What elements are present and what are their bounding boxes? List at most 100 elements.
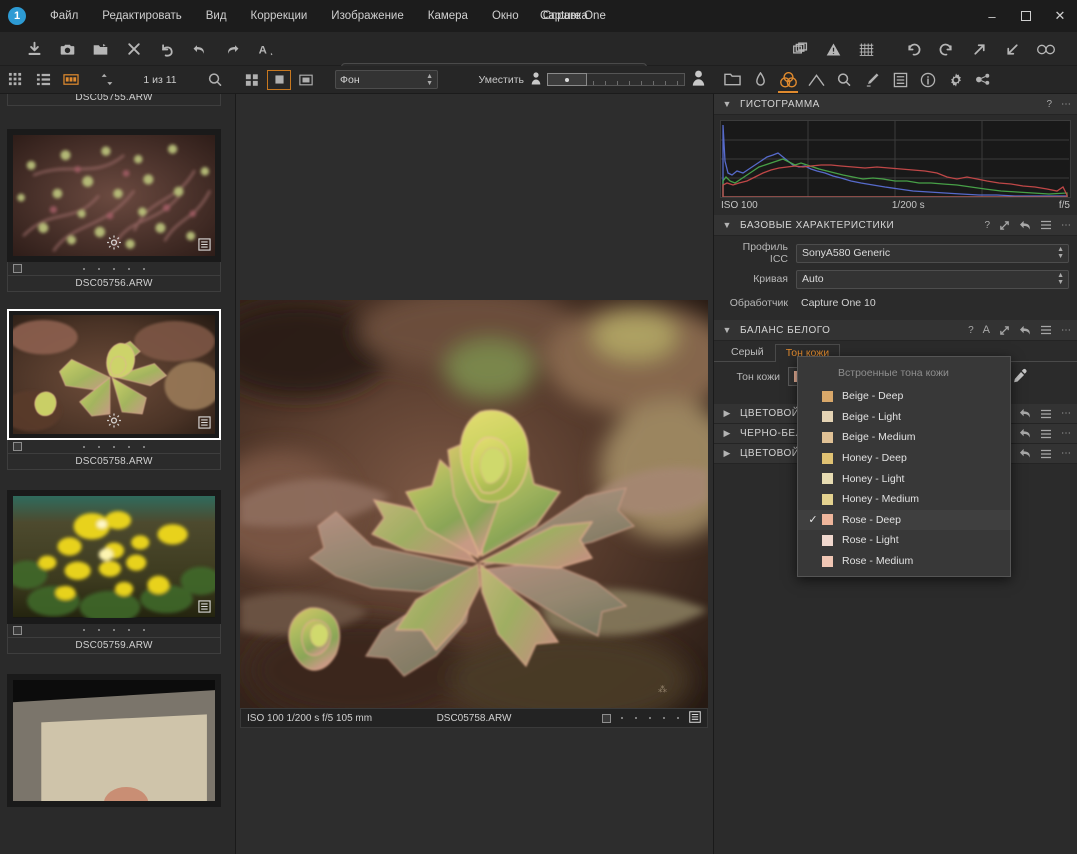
menu-item-window[interactable]: Окно (480, 6, 531, 26)
output-tab[interactable] (915, 67, 941, 93)
list-item[interactable]: DSC05759.ARW (7, 485, 221, 654)
rating-dots[interactable] (83, 629, 145, 632)
help-icon[interactable]: ? (1046, 99, 1052, 110)
list-view-icon[interactable] (30, 68, 56, 92)
minimize-button[interactable]: – (975, 0, 1009, 32)
grid-view-icon[interactable] (2, 68, 28, 92)
thumbnail-checkbox[interactable] (13, 442, 22, 452)
delete-icon[interactable] (117, 33, 150, 65)
menu-item-image[interactable]: Изображение (319, 6, 415, 26)
proof-glasses-icon[interactable] (1029, 33, 1062, 65)
chevron-right-icon[interactable]: ▶ (720, 448, 734, 459)
dropdown-item[interactable]: Rose - Medium (798, 551, 1010, 572)
viewer-image[interactable]: ⁂ (240, 300, 708, 708)
settings-applied-icon[interactable] (198, 599, 211, 616)
white-balance-panel-header[interactable]: ▼ БАЛАНС БЕЛОГО ? A ⋯ (714, 320, 1077, 341)
multi-view-icon[interactable] (240, 70, 264, 90)
presets-icon[interactable] (1040, 429, 1052, 439)
import-icon[interactable] (18, 33, 51, 65)
sort-updown-icon[interactable] (94, 68, 120, 92)
dropdown-item[interactable]: Beige - Light (798, 407, 1010, 428)
import-arrow-icon[interactable] (996, 33, 1029, 65)
variants-icon[interactable] (784, 33, 817, 65)
thumbnail-checkbox[interactable] (13, 264, 22, 274)
settings-tab[interactable] (943, 67, 969, 93)
dropdown-item[interactable]: Beige - Medium (798, 427, 1010, 448)
reset-icon[interactable] (1019, 428, 1031, 439)
rating-dots[interactable] (83, 445, 145, 448)
icc-profile-select[interactable]: SonyA580 Generic ▲ ▼ (796, 243, 1069, 263)
primary-view-icon[interactable] (267, 69, 291, 90)
warning-icon[interactable] (817, 33, 850, 65)
presets-icon[interactable] (1040, 449, 1052, 459)
chevron-down-icon[interactable]: ▼ (720, 99, 734, 109)
background-select[interactable]: Фон ▲ ▼ (335, 70, 438, 89)
proof-view-icon[interactable] (294, 70, 318, 90)
zoom-slider-track[interactable] (587, 73, 685, 86)
list-icon[interactable] (689, 710, 701, 726)
panel-menu-icon[interactable]: ⋯ (1061, 408, 1071, 419)
settings-applied-icon[interactable] (198, 238, 211, 254)
zoom-slider[interactable] (531, 70, 705, 89)
curve-select[interactable]: Auto ▲ ▼ (796, 269, 1069, 289)
rotate-left-icon[interactable] (897, 33, 930, 65)
undo-all-icon[interactable] (150, 33, 183, 65)
base-characteristics-panel-header[interactable]: ▼ БАЗОВЫЕ ХАРАКТЕРИСТИКИ ? ⋯ (714, 215, 1077, 236)
capture-tab[interactable] (747, 67, 773, 93)
thumbnail-checkbox[interactable] (13, 625, 22, 635)
camera-icon[interactable] (51, 33, 84, 65)
zoom-slider-handle[interactable] (547, 73, 587, 86)
panel-menu-icon[interactable]: ⋯ (1061, 448, 1071, 459)
list-item[interactable]: DSC05756.ARW (7, 124, 221, 293)
panel-menu-icon[interactable]: ⋯ (1061, 428, 1071, 439)
maximize-button[interactable] (1009, 0, 1043, 32)
menu-item-view[interactable]: Вид (194, 6, 239, 26)
rating-dots[interactable] (83, 267, 145, 270)
dropdown-item[interactable]: Rose - Light (798, 530, 1010, 551)
presets-icon[interactable] (1040, 220, 1052, 230)
close-button[interactable]: ✕ (1043, 0, 1077, 32)
menu-item-camera[interactable]: Камера (416, 6, 480, 26)
copy-apply-icon[interactable] (999, 325, 1010, 336)
grid-overlay-icon[interactable] (850, 33, 883, 65)
metadata-tab[interactable] (887, 67, 913, 93)
reset-icon[interactable] (1019, 448, 1031, 459)
search-icon[interactable] (202, 68, 228, 92)
chevron-down-icon[interactable]: ▼ (720, 220, 734, 230)
viewer-checkbox[interactable] (602, 713, 611, 723)
menu-item-file[interactable]: Файл (38, 6, 90, 26)
menu-item-edit[interactable]: Редактировать (90, 6, 193, 26)
panel-menu-icon[interactable]: ⋯ (1061, 220, 1071, 231)
annotate-text-icon[interactable]: A (249, 33, 282, 65)
batch-tab[interactable] (971, 67, 997, 93)
dropdown-item[interactable]: ✓ Rose - Deep (798, 509, 1010, 531)
dropdown-item[interactable]: Honey - Medium (798, 489, 1010, 510)
skin-tone-dropdown-menu[interactable]: Встроенные тона кожи Beige - Deep Beige -… (797, 356, 1011, 578)
dropdown-item[interactable]: Beige - Deep (798, 386, 1010, 407)
chevron-right-icon[interactable]: ▶ (720, 428, 734, 439)
help-icon[interactable]: ? (984, 220, 990, 231)
eyedropper-icon[interactable] (1011, 368, 1028, 385)
menu-item-adjustments[interactable]: Коррекции (239, 6, 320, 26)
adjustments-gear-icon[interactable] (106, 234, 123, 254)
filmstrip-browser[interactable]: DSC05755.ARW DSC05756.ARW DSC05758.ARW D… (0, 94, 236, 854)
reset-icon[interactable] (1019, 220, 1031, 231)
color-tab[interactable] (775, 67, 801, 93)
histogram-panel-header[interactable]: ▼ ГИСТОГРАММА ? ⋯ (714, 94, 1077, 115)
exposure-tab[interactable] (803, 67, 829, 93)
reset-icon[interactable] (1019, 325, 1031, 336)
tab-gray[interactable]: Серый (720, 343, 775, 361)
dropdown-item[interactable]: Honey - Light (798, 468, 1010, 489)
adjustments-tab[interactable] (859, 67, 885, 93)
reset-icon[interactable] (1019, 408, 1031, 419)
help-icon[interactable]: ? (968, 325, 974, 336)
presets-icon[interactable] (1040, 409, 1052, 419)
redo-icon[interactable] (216, 33, 249, 65)
thumbnail-container-selected[interactable] (7, 304, 221, 441)
settings-applied-icon[interactable] (198, 416, 211, 432)
list-item[interactable]: DSC05755.ARW (7, 94, 221, 106)
details-tab[interactable] (831, 67, 857, 93)
presets-icon[interactable] (1040, 325, 1052, 335)
filmstrip-view-icon[interactable] (58, 68, 84, 92)
open-folder-icon[interactable] (84, 33, 117, 65)
